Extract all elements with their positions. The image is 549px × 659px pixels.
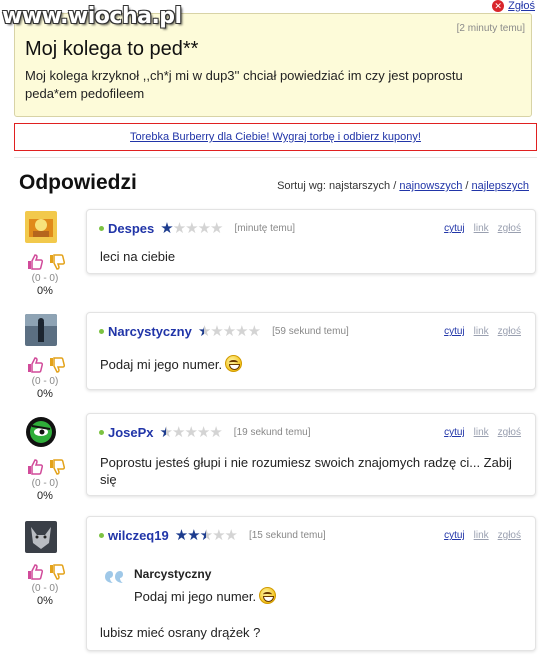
quote-author: Narcystyczny <box>134 567 212 581</box>
answer-card: Despes ★ ★★★★ [minutę temu] cytuj link zg… <box>86 209 536 274</box>
answer-text: Podaj mi jego numer. <box>100 357 223 372</box>
rating-stars: ★★★★★ <box>197 323 261 340</box>
thumb-down-icon[interactable] <box>48 458 66 476</box>
vote-column: (0 - 0) 0% <box>20 314 70 400</box>
rating-stars: ★★★★★ <box>159 424 223 441</box>
answer-card: JosePx ★ ★★★★ [19 sekund temu] cytuj link… <box>86 413 536 496</box>
sort-label: Sortuj wg: najstarszych / <box>277 180 397 192</box>
answer-username[interactable]: Narcystyczny <box>108 324 192 339</box>
permalink[interactable]: link <box>474 530 489 541</box>
permalink[interactable]: link <box>474 427 489 438</box>
vote-column: (0 - 0) 0% <box>20 521 70 607</box>
report-question-link[interactable]: ✕ Zgłoś <box>492 0 535 12</box>
thumb-up-icon[interactable] <box>26 563 44 581</box>
answer-time: [59 sekund temu] <box>272 325 349 337</box>
thumb-up-icon[interactable] <box>26 356 44 374</box>
quote-link[interactable]: cytuj <box>444 326 465 337</box>
thumb-down-icon[interactable] <box>48 356 66 374</box>
answers-heading: Odpowiedzi <box>19 171 137 194</box>
question-body: Moj kolega krzyknoł ,,ch*j mi w dup3'' c… <box>25 68 463 101</box>
question-time: [2 minuty temu] <box>456 23 525 34</box>
close-report-icon: ✕ <box>492 0 505 12</box>
permalink[interactable]: link <box>474 326 489 337</box>
thumb-down-icon[interactable] <box>48 253 66 271</box>
answer-text: Poprostu jesteś głupi i nie rozumiesz sw… <box>100 455 512 487</box>
answer-card: wilczeq19 ★★ ★ ★★ [15 sekund temu] cytuj l… <box>86 516 536 651</box>
vote-percent: 0% <box>37 490 53 502</box>
sort-bar: Sortuj wg: najstarszych / najnowszych / … <box>277 180 529 192</box>
answer-card: Narcystyczny ★ ★★★★ [59 sekund temu] cytu… <box>86 312 536 390</box>
answer-time: [minutę temu] <box>234 222 296 234</box>
quote-link[interactable]: cytuj <box>444 530 465 541</box>
answer-username[interactable]: JosePx <box>108 425 154 440</box>
rating-stars: ★★★★★ <box>174 527 238 544</box>
answer-time: [19 sekund temu] <box>233 426 311 438</box>
report-answer-link[interactable]: zgłoś <box>498 326 521 337</box>
user-avatar[interactable] <box>25 416 57 448</box>
online-dot-icon <box>99 532 104 538</box>
user-avatar[interactable] <box>25 314 57 346</box>
sort-separator: / <box>465 180 469 192</box>
sort-best-link[interactable]: najlepszych <box>472 180 529 192</box>
ad-banner[interactable]: Torebka Burberry dla Ciebie! Wygraj torb… <box>14 123 537 151</box>
report-answer-link[interactable]: zgłoś <box>498 427 521 438</box>
permalink[interactable]: link <box>474 223 489 234</box>
quote-body: Podaj mi jego numer. <box>134 587 277 604</box>
vote-column: (0 - 0) 0% <box>20 416 70 502</box>
quote-text: Podaj mi jego numer. <box>134 589 257 604</box>
quote-bubble-icon <box>105 571 123 583</box>
vote-percent: 0% <box>37 595 53 607</box>
thumb-up-icon[interactable] <box>26 458 44 476</box>
quote-link[interactable]: cytuj <box>444 223 465 234</box>
online-dot-icon <box>99 429 104 435</box>
thumb-up-icon[interactable] <box>26 253 44 271</box>
online-dot-icon <box>99 225 104 231</box>
answer-username[interactable]: wilczeq19 <box>108 528 169 543</box>
quote-link[interactable]: cytuj <box>444 427 465 438</box>
report-answer-link[interactable]: zgłoś <box>498 530 521 541</box>
answer-text: leci na ciebie <box>100 249 176 264</box>
vote-percent: 0% <box>37 388 53 400</box>
user-avatar[interactable] <box>25 211 57 243</box>
rating-stars: ★★★★★ <box>160 220 223 237</box>
vote-percent: 0% <box>37 285 53 297</box>
answer-time: [15 sekund temu] <box>248 529 326 541</box>
vote-score: (0 - 0) <box>31 376 59 387</box>
thumb-down-icon[interactable] <box>48 563 66 581</box>
question-title: Moj kolega to ped** <box>25 38 199 60</box>
vote-score: (0 - 0) <box>31 273 59 284</box>
report-label[interactable]: Zgłoś <box>508 0 535 12</box>
online-dot-icon <box>99 328 104 334</box>
answer-body: Podaj mi jego numer. <box>100 355 243 373</box>
smiley-icon <box>259 587 277 604</box>
answer-username[interactable]: Despes <box>108 221 154 236</box>
vote-column: (0 - 0) 0% <box>20 211 70 297</box>
report-answer-link[interactable]: zgłoś <box>498 223 521 234</box>
vote-score: (0 - 0) <box>31 478 59 489</box>
ad-link[interactable]: Torebka Burberry dla Ciebie! Wygraj torb… <box>130 131 421 143</box>
user-avatar[interactable] <box>25 521 57 553</box>
answer-text: lubisz mieć osrany drążek ? <box>100 625 261 640</box>
vote-score: (0 - 0) <box>31 583 59 594</box>
separator <box>14 157 537 158</box>
sort-newest-link[interactable]: najnowszych <box>399 180 462 192</box>
smiley-icon <box>225 355 243 372</box>
watermark-logo: www.wiocha.pl <box>2 4 182 29</box>
